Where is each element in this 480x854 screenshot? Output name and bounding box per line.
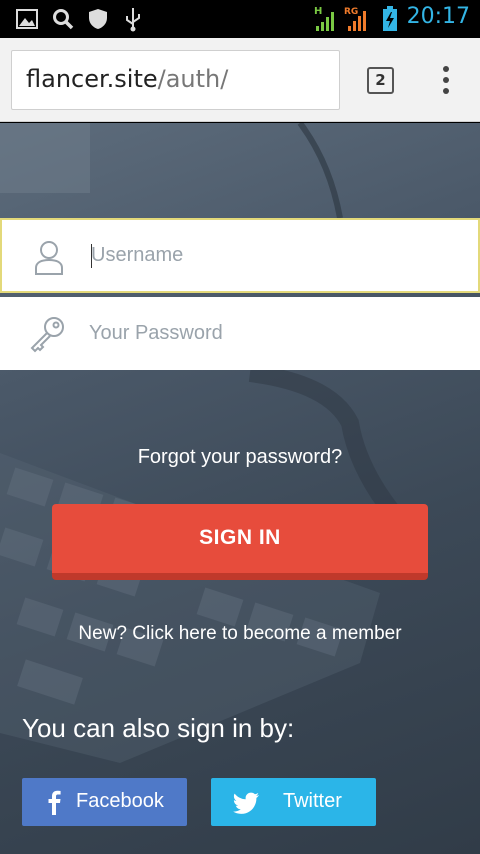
svg-text:H: H: [314, 6, 322, 17]
facebook-button[interactable]: Facebook: [22, 778, 187, 826]
sign-in-button[interactable]: SIGN IN: [52, 504, 428, 580]
password-field[interactable]: Your Password: [0, 297, 480, 370]
usb-icon: [126, 8, 140, 32]
tab-switcher-button[interactable]: 2: [367, 67, 394, 94]
register-link[interactable]: New? Click here to become a member: [0, 623, 480, 645]
status-time: 20:17: [406, 4, 470, 29]
login-page: Username Your Password Forgot your passw…: [0, 123, 480, 854]
forgot-password-link[interactable]: Forgot your password?: [0, 446, 480, 469]
facebook-icon: [48, 790, 61, 815]
twitter-button[interactable]: Twitter: [211, 778, 376, 826]
url-text[interactable]: flancer.site/auth/: [26, 65, 228, 93]
url-path: /auth/: [157, 65, 229, 93]
signal-rg-icon: RG: [344, 7, 366, 31]
overflow-menu-icon[interactable]: [436, 66, 456, 96]
username-placeholder: Username: [91, 244, 184, 266]
twitter-label: Twitter: [283, 790, 342, 812]
twitter-icon: [233, 792, 259, 814]
username-field[interactable]: Username: [0, 218, 480, 293]
user-icon: [35, 241, 63, 275]
status-bar: H RG 20:17: [0, 0, 480, 38]
shield-icon: [89, 9, 107, 29]
facebook-label: Facebook: [76, 790, 164, 812]
browser-toolbar: flancer.site/auth/ 2: [0, 38, 480, 122]
social-signin-heading: You can also sign in by:: [22, 713, 295, 743]
url-host: flancer.site: [26, 65, 158, 93]
image-icon: [16, 9, 38, 29]
key-icon: [30, 317, 64, 353]
search-icon: [53, 9, 74, 30]
battery-charging-icon: [383, 6, 397, 31]
password-placeholder: Your Password: [89, 322, 223, 344]
signal-h-icon: H: [314, 6, 334, 31]
address-bar[interactable]: flancer.site/auth/: [11, 50, 340, 110]
svg-text:RG: RG: [344, 7, 358, 17]
